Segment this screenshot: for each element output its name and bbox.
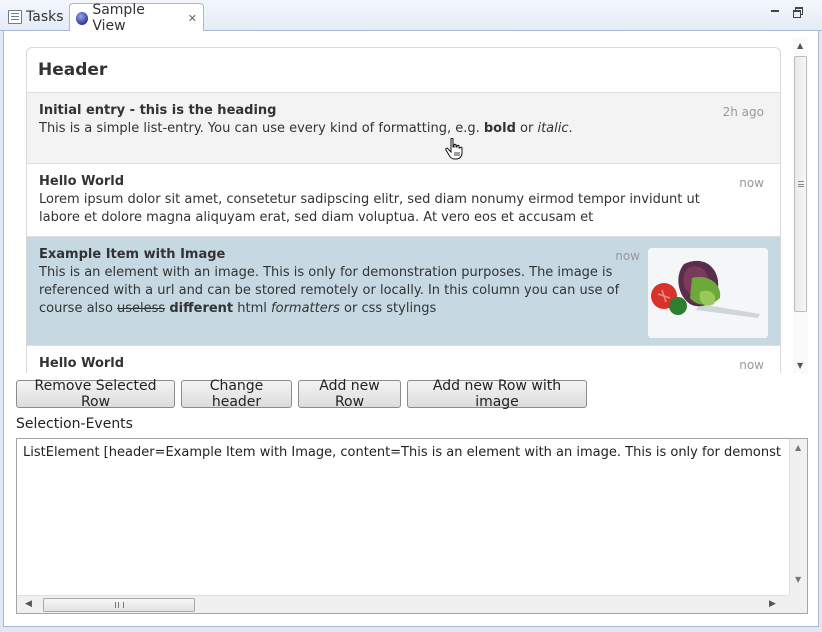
tab-tasks-label: Tasks	[26, 9, 64, 25]
list-item-time: now	[739, 176, 764, 190]
remove-selected-row-button[interactable]: Remove Selected Row	[16, 378, 175, 410]
list-item-body-text: or css stylings	[339, 301, 437, 316]
list-item-body-text: html	[233, 301, 272, 316]
list-item-body-bold: bold	[483, 121, 516, 136]
scroll-down-icon[interactable]: ▼	[795, 575, 801, 584]
selection-events-textarea[interactable]: ListElement [header=Example Item with Im…	[16, 438, 808, 614]
list-area: Header Initial entry - this is the headi…	[4, 31, 793, 373]
scroll-up-icon[interactable]: ▲	[795, 443, 801, 452]
list-item-body-bold: different	[169, 301, 234, 316]
list-vertical-scrollbar[interactable]: ▲ ▼	[793, 38, 808, 373]
tasks-icon	[8, 10, 22, 24]
list-item-body-text: This is a simple list-entry. You can use…	[39, 121, 484, 136]
list-item-time: now	[615, 249, 640, 263]
salad-image	[648, 248, 768, 338]
list-item-time: 2h ago	[722, 105, 764, 119]
list-item-body: This is a simple list-entry. You can use…	[39, 120, 768, 138]
list-item-body-italic: italic	[537, 121, 569, 136]
scroll-down-icon[interactable]: ▼	[797, 361, 803, 370]
list-item-body: Lorem ipsum dolor sit amet, consetetur s…	[39, 192, 700, 225]
list-item-title: Hello World	[39, 174, 125, 189]
list-item-body-text: or	[515, 121, 538, 136]
list-widget: Header Initial entry - this is the headi…	[26, 47, 781, 373]
selection-events-text: ListElement [header=Example Item with Im…	[23, 445, 781, 460]
maximize-icon[interactable]	[792, 6, 804, 18]
scrollbar-thumb[interactable]	[43, 598, 195, 612]
list-item[interactable]: Initial entry - this is the heading 2h a…	[27, 93, 780, 164]
scroll-left-icon[interactable]: ◀	[25, 599, 32, 609]
hand-cursor-icon	[445, 138, 463, 160]
list-item[interactable]: Hello World now Lorem ipsum dolor sit am…	[27, 164, 780, 237]
scroll-up-icon[interactable]: ▲	[797, 41, 803, 50]
list-item-body-italic: formatters	[271, 301, 340, 316]
sample-view-panel: Header Initial entry - this is the headi…	[3, 31, 819, 627]
scrollbar-thumb[interactable]	[794, 56, 807, 312]
add-new-row-button[interactable]: Add new Row	[298, 378, 401, 410]
add-new-row-with-image-button[interactable]: Add new Row with image	[407, 378, 587, 410]
tab-sample-view[interactable]: Sample View ✕	[69, 2, 204, 34]
textarea-vertical-scrollbar[interactable]: ▲ ▼	[789, 439, 807, 595]
list-item[interactable]: Hello World now	[27, 346, 780, 373]
list-item-time: now	[739, 358, 764, 372]
list-item-title: Initial entry - this is the heading	[39, 103, 277, 118]
change-header-button[interactable]: Change header	[181, 378, 292, 410]
scrollbar-corner	[789, 595, 807, 613]
list-header: Header	[27, 48, 780, 93]
minimize-icon[interactable]	[769, 6, 781, 16]
grip-icon	[798, 181, 804, 187]
textarea-horizontal-scrollbar[interactable]: ◀ ▶	[17, 595, 791, 613]
list-item-title: Hello World	[39, 356, 125, 371]
list-item-body-strike: useless	[117, 301, 166, 316]
list-item-body-text: .	[568, 121, 573, 136]
scroll-right-icon[interactable]: ▶	[769, 599, 776, 609]
view-icon	[76, 11, 89, 25]
selection-events-label: Selection-Events	[16, 416, 133, 432]
list-item-body: This is an element with an image. This i…	[39, 264, 639, 318]
salad-fork-icon	[648, 248, 768, 338]
close-icon[interactable]: ✕	[188, 12, 197, 25]
tab-sample-view-label: Sample View	[92, 2, 145, 34]
list-item-selected[interactable]: Example Item with Image now This is an e…	[27, 237, 780, 346]
tab-bar: Tasks Sample View ✕	[0, 0, 822, 34]
tab-tasks[interactable]: Tasks	[2, 3, 70, 31]
